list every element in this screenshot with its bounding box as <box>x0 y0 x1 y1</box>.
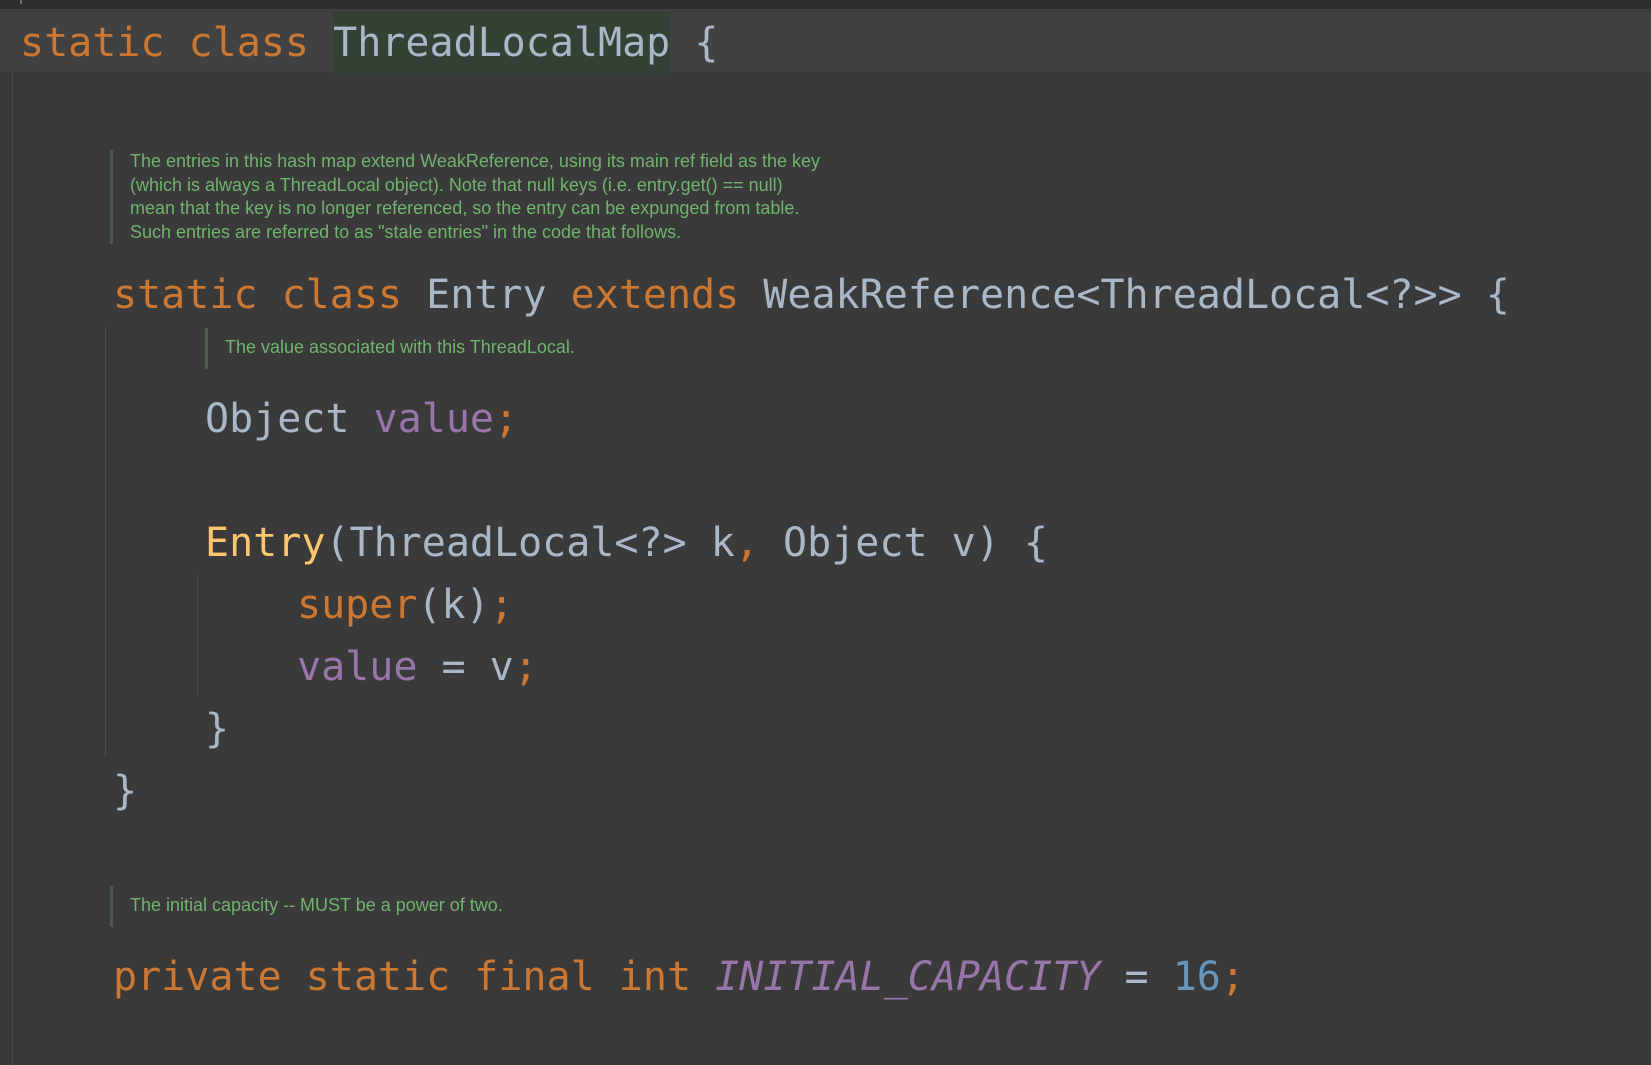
close-brace: } <box>113 768 138 814</box>
code-line-value-field[interactable]: Object value; <box>205 394 518 444</box>
doc-comment-line: The initial capacity -- MUST be a power … <box>130 895 503 915</box>
close-paren-brace: ) { <box>975 520 1048 566</box>
code-line-close-constructor[interactable]: } <box>205 704 229 754</box>
code-line-capacity[interactable]: private static final int INITIAL_CAPACIT… <box>113 952 1245 1002</box>
keyword-int: int <box>618 954 692 1000</box>
doc-comment-line: Such entries are referred to as "stale e… <box>130 221 682 242</box>
constructor-name: Entry <box>205 520 326 566</box>
assignment-op: = <box>1100 954 1173 1000</box>
doc-comment-line: The value associated with this ThreadLoc… <box>225 337 575 357</box>
keyword-class: class <box>188 20 310 66</box>
constant-initial-capacity: INITIAL_CAPACITY <box>715 954 1101 1000</box>
code-line-close-entry[interactable]: } <box>113 766 137 816</box>
keyword-static: static <box>20 20 165 66</box>
code-editor[interactable]: static class ThreadLocalMap { The entrie… <box>0 0 1651 1065</box>
param-type: ThreadLocal<?> <box>349 520 687 566</box>
indent-guide <box>105 327 106 757</box>
doc-comment-capacity: The initial capacity -- MUST be a power … <box>110 886 503 927</box>
gutter-divider <box>12 72 13 1065</box>
class-name-highlighted[interactable]: ThreadLocalMap <box>333 12 671 74</box>
comma: , <box>734 520 759 566</box>
open-brace: { <box>1485 272 1510 318</box>
type-object: Object <box>205 396 350 442</box>
super-args: (k) <box>417 582 490 628</box>
field-value: value <box>373 396 495 442</box>
open-paren: ( <box>325 520 350 566</box>
keyword-final: final <box>474 954 595 1000</box>
indent-guide <box>197 575 198 695</box>
keyword-extends: extends <box>570 272 740 318</box>
keyword-private: private <box>113 954 282 1000</box>
doc-comment-entries: The entries in this hash map extend Weak… <box>110 150 820 244</box>
semicolon: ; <box>513 644 538 690</box>
editor-top-bar <box>0 0 1651 9</box>
field-value: value <box>297 644 418 690</box>
param-name: v <box>951 520 976 566</box>
number-literal: 16 <box>1172 954 1221 1000</box>
doc-comment-line: (which is always a ThreadLocal object). … <box>130 174 783 195</box>
code-line-constructor[interactable]: Entry(ThreadLocal<?> k, Object v) { <box>205 518 1048 568</box>
close-brace: } <box>205 706 230 752</box>
doc-comment-line: The entries in this hash map extend Weak… <box>130 151 821 171</box>
tab-marker <box>20 0 22 4</box>
semicolon: ; <box>1220 954 1245 1000</box>
semicolon: ; <box>494 396 519 442</box>
code-line-assignment[interactable]: value = v; <box>297 642 538 692</box>
keyword-static: static <box>113 272 258 318</box>
doc-comment-line: mean that the key is no longer reference… <box>130 198 800 218</box>
super-type: WeakReference<ThreadLocal<?>> <box>763 272 1462 318</box>
keyword-static: static <box>305 954 451 1000</box>
assignment-op: = v <box>417 644 514 690</box>
open-brace: { <box>694 20 719 66</box>
code-line-entry-decl[interactable]: static class Entry extends WeakReference… <box>113 270 1510 320</box>
keyword-super: super <box>297 582 418 628</box>
keyword-class: class <box>281 272 403 318</box>
code-line-super-call[interactable]: super(k); <box>297 580 514 630</box>
code-line-class-decl[interactable]: static class ThreadLocalMap { <box>20 12 718 74</box>
class-name-entry: Entry <box>426 272 547 318</box>
doc-comment-value: The value associated with this ThreadLoc… <box>205 328 575 369</box>
semicolon: ; <box>489 582 514 628</box>
param-type: Object <box>783 520 928 566</box>
param-name: k <box>710 520 735 566</box>
